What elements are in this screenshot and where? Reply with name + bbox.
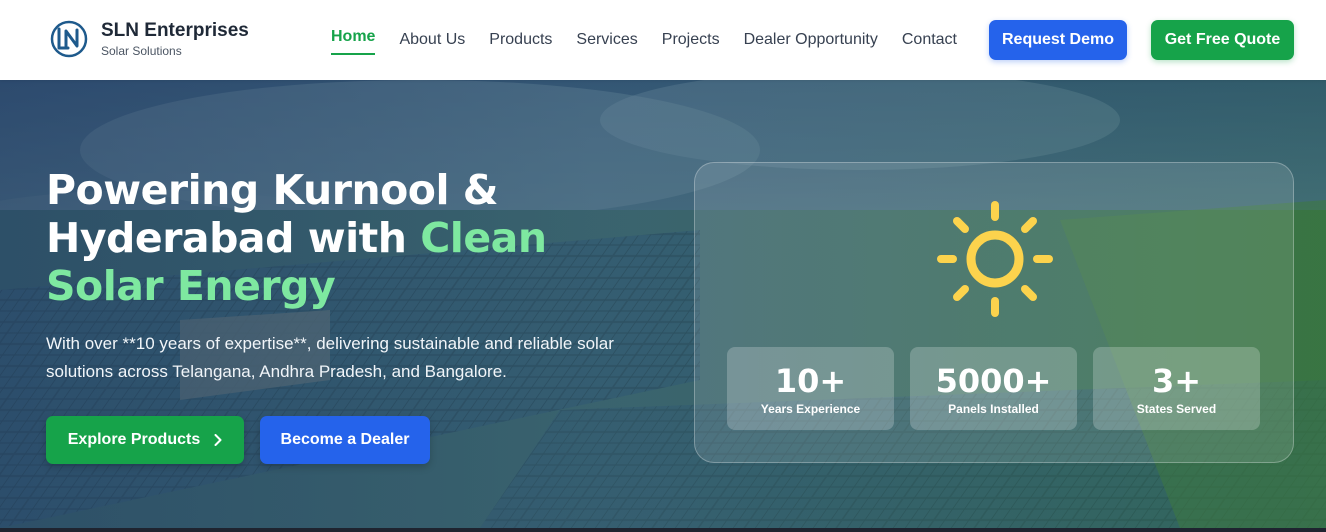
stat-value: 5000+	[935, 362, 1052, 400]
hero-title-accent-1: Clean	[420, 214, 547, 262]
explore-products-label: Explore Products	[67, 431, 201, 448]
hero-title-line1: Powering Kurnool &	[46, 166, 499, 214]
become-dealer-button[interactable]: Become a Dealer	[260, 416, 430, 464]
hero-title-accent-2: Solar Energy	[46, 262, 336, 310]
nav-services[interactable]: Services	[576, 28, 637, 52]
stat-years-experience: 10+ Years Experience	[727, 347, 894, 430]
stats-card: 10+ Years Experience 5000+ Panels Instal…	[694, 162, 1294, 463]
stat-panels-installed: 5000+ Panels Installed	[910, 347, 1077, 430]
brand-text: SLN Enterprises Solar Solutions	[101, 19, 249, 59]
brand-tagline: Solar Solutions	[101, 44, 182, 58]
request-demo-button[interactable]: Request Demo	[989, 20, 1127, 60]
nav-projects[interactable]: Projects	[662, 28, 720, 52]
top-navbar: SLN Enterprises Solar Solutions Home Abo…	[0, 0, 1326, 80]
brand[interactable]: SLN Enterprises Solar Solutions	[50, 19, 249, 59]
chevron-right-icon	[214, 434, 222, 446]
get-free-quote-button[interactable]: Get Free Quote	[1151, 20, 1294, 60]
nav-products[interactable]: Products	[489, 28, 552, 52]
stat-value: 3+	[1151, 362, 1202, 400]
stat-label: Panels Installed	[948, 402, 1039, 416]
nav-about-us[interactable]: About Us	[399, 28, 465, 52]
stats-row: 10+ Years Experience 5000+ Panels Instal…	[727, 347, 1260, 430]
hero-subtitle: With over **10 years of expertise**, del…	[46, 334, 614, 381]
nav-dealer-opportunity[interactable]: Dealer Opportunity	[744, 28, 878, 52]
hero-title: Powering Kurnool & Hyderabad with Clean …	[46, 166, 646, 310]
bottom-divider	[0, 528, 1326, 532]
become-dealer-label: Become a Dealer	[280, 431, 410, 448]
sln-logo-icon	[50, 20, 88, 58]
stat-value: 10+	[774, 362, 847, 400]
explore-products-button[interactable]: Explore Products	[46, 416, 244, 464]
stat-label: Years Experience	[760, 402, 861, 416]
stat-label: States Served	[1136, 402, 1217, 416]
nav-contact[interactable]: Contact	[902, 28, 957, 52]
sun-icon	[937, 201, 1053, 317]
brand-name: SLN Enterprises	[101, 20, 249, 41]
hero-title-line2: Hyderabad with	[46, 214, 421, 262]
nav-home[interactable]: Home	[331, 25, 376, 55]
hero-section: Powering Kurnool & Hyderabad with Clean …	[0, 80, 1326, 528]
main-nav: Home About Us Products Services Projects…	[331, 0, 981, 80]
stat-states-served: 3+ States Served	[1093, 347, 1260, 430]
